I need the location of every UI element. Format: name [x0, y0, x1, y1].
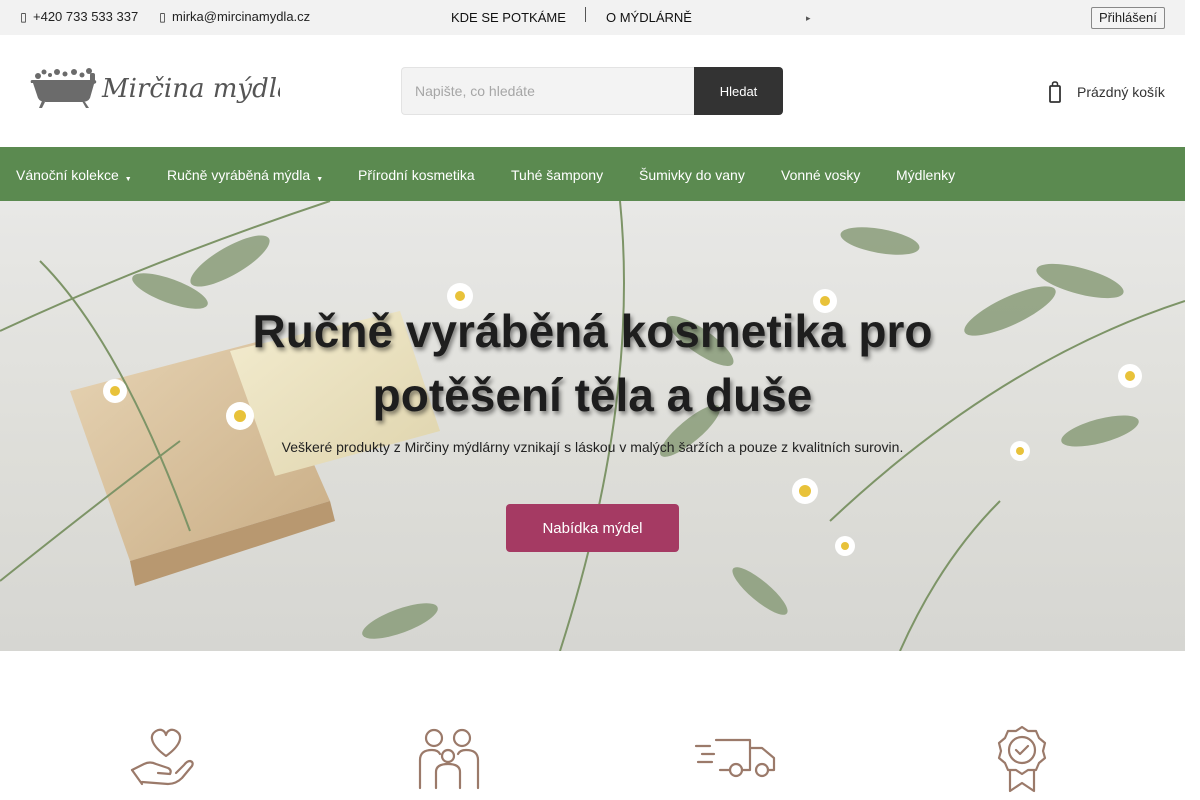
hand-heart-icon: [130, 728, 194, 786]
main-navigation: Vánoční kolekce ▼ Ručně vyráběná mýdla ▼ P…: [0, 147, 1185, 201]
phone-icon: ▯: [20, 9, 27, 24]
logo-text: Mirčina mýdla: [101, 74, 280, 104]
chevron-down-icon: ▼: [124, 176, 132, 183]
search-button[interactable]: Hledat: [694, 67, 783, 115]
nav-item-solid-shampoos[interactable]: Tuhé šampony: [511, 167, 603, 183]
chevron-down-icon: ▼: [316, 176, 324, 183]
soap-offer-button[interactable]: Nabídka mýdel: [506, 504, 679, 552]
login-button[interactable]: Přihlášení: [1091, 7, 1165, 29]
search-input[interactable]: [401, 67, 694, 115]
hero-subtitle: Veškeré produkty z Mirčiny mýdlárny vzni…: [281, 439, 904, 455]
cart-icon: [1049, 81, 1061, 103]
phone-contact[interactable]: ▯ +420 733 533 337: [20, 9, 138, 24]
delivery-truck-icon: [694, 738, 776, 778]
mail-icon: ▯: [159, 9, 166, 24]
search-bar: Hledat: [401, 67, 783, 115]
bathtub-logo-icon: Mirčina mýdla: [30, 68, 293, 108]
cart[interactable]: Prázdný košík: [1049, 81, 1165, 103]
hero-title-line1: Ručně vyráběná kosmetika pro: [252, 305, 933, 357]
hero-title: Ručně vyráběná kosmetika pro potěšení tě…: [0, 299, 1185, 427]
nav-item-scented-waxes[interactable]: Vonné vosky: [781, 167, 860, 183]
top-link-where-we-meet[interactable]: KDE SE POTKÁME: [451, 10, 566, 25]
nav-item-christmas[interactable]: Vánoční kolekce ▼: [16, 167, 132, 183]
features-section: [0, 651, 1185, 800]
top-link-about[interactable]: O MÝDLÁRNĚ: [606, 10, 692, 25]
family-icon: [418, 728, 480, 790]
nav-item-label: Ručně vyráběná mýdla: [167, 167, 311, 183]
nav-item-label: Vánoční kolekce: [16, 167, 119, 183]
email-contact[interactable]: ▯ mirka@mircinamydla.cz: [159, 9, 310, 24]
nav-item-bath-bombs[interactable]: Šumivky do vany: [639, 167, 745, 183]
quality-badge-icon: [997, 725, 1047, 793]
email-address: mirka@mircinamydla.cz: [172, 9, 311, 24]
nav-item-natural-cosmetics[interactable]: Přírodní kosmetika: [358, 167, 475, 183]
nav-item-handmade-soaps[interactable]: Ručně vyráběná mýdla ▼: [167, 167, 323, 183]
logo[interactable]: Mirčina mýdla: [30, 68, 293, 118]
phone-number: +420 733 533 337: [33, 9, 139, 24]
top-bar: ▯ +420 733 533 337 ▯ mirka@mircinamydla.…: [0, 0, 1185, 35]
site-header: Mirčina mýdla Hledat Prázdný košík: [0, 35, 1185, 147]
hero-title-line2: potěšení těla a duše: [372, 369, 813, 421]
nav-item-soap-dishes[interactable]: Mýdlenky: [896, 167, 955, 183]
top-link-divider: [585, 7, 586, 22]
hero-banner: Ručně vyráběná kosmetika pro potěšení tě…: [0, 201, 1185, 651]
chevron-down-icon[interactable]: ▸: [806, 13, 811, 24]
cart-label: Prázdný košík: [1077, 84, 1165, 100]
